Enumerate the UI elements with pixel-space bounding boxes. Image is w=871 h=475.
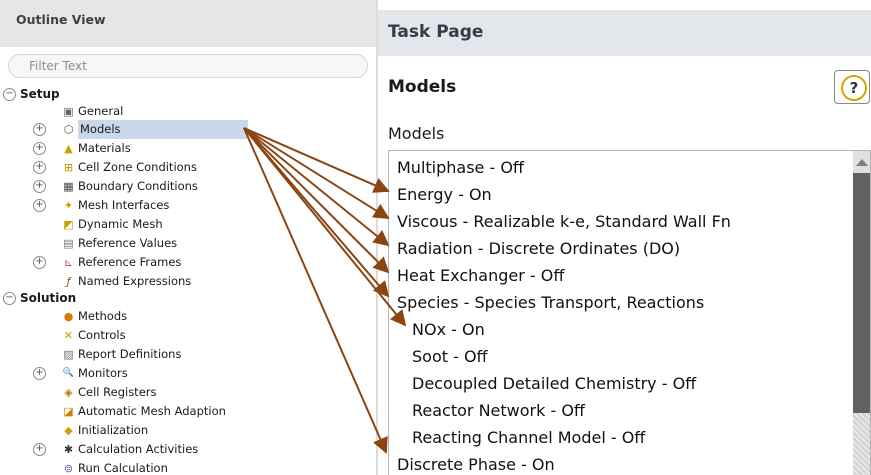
model-item-energy[interactable]: Energy - On: [397, 181, 492, 208]
tree-item-label: Dynamic Mesh: [78, 217, 163, 231]
model-item-reactor-network[interactable]: Reactor Network - Off: [412, 397, 585, 424]
initialization-icon: ◆: [64, 424, 73, 437]
general-icon: ▣: [63, 105, 74, 118]
tree-item-materials[interactable]: + ▲ Materials: [0, 139, 370, 158]
scroll-up-arrow-icon: [856, 159, 868, 166]
expand-icon[interactable]: +: [33, 123, 46, 136]
cell-registers-icon: ◈: [64, 386, 73, 399]
outline-view-title: Outline View: [16, 12, 106, 27]
tree-item-label: Models: [78, 120, 248, 139]
tree-item-cell-registers[interactable]: ◈ Cell Registers: [0, 383, 370, 402]
tree-item-dynamic-mesh[interactable]: ◩ Dynamic Mesh: [0, 215, 370, 234]
tree-item-cell-zone-conditions[interactable]: + ⊞ Cell Zone Conditions: [0, 158, 370, 177]
tree-item-controls[interactable]: ✕ Controls: [0, 326, 370, 345]
tree-item-calculation-activities[interactable]: + ✱ Calculation Activities: [0, 440, 370, 459]
tree-item-label: Controls: [78, 328, 126, 342]
tree-item-monitors[interactable]: + 🔍 Monitors: [0, 364, 370, 383]
tree-item-label: Automatic Mesh Adaption: [78, 404, 226, 418]
reference-values-icon: ▤: [63, 237, 74, 250]
model-item-nox[interactable]: NOx - On: [412, 316, 485, 343]
model-item-decoupled-detailed-chemistry[interactable]: Decoupled Detailed Chemistry - Off: [412, 370, 696, 397]
tree-item-solution[interactable]: − Solution: [0, 289, 370, 308]
tree-item-label: Report Definitions: [78, 347, 182, 361]
collapse-icon[interactable]: −: [3, 292, 16, 305]
methods-icon: ●: [63, 310, 74, 323]
tree-item-label: Boundary Conditions: [78, 179, 198, 193]
help-button[interactable]: ?: [834, 70, 870, 104]
outline-view-panel: Outline View − Setup ▣ General + ⬡ Model…: [0, 0, 376, 475]
reference-frames-icon: ⊾: [63, 256, 74, 269]
model-item-reacting-channel-model[interactable]: Reacting Channel Model - Off: [412, 424, 645, 451]
tree-item-reference-frames[interactable]: + ⊾ Reference Frames: [0, 253, 370, 272]
collapse-icon[interactable]: −: [3, 88, 16, 101]
models-icon: ⬡: [63, 123, 74, 136]
tree-item-report-definitions[interactable]: ▨ Report Definitions: [0, 345, 370, 364]
tree-item-label: Monitors: [78, 366, 128, 380]
task-page-panel: Task Page Models ? Models Multiphase - O…: [376, 0, 871, 475]
tree-item-label: Mesh Interfaces: [78, 198, 170, 212]
report-definitions-icon: ▨: [63, 348, 74, 361]
scroll-thumb[interactable]: [853, 173, 870, 413]
expand-icon[interactable]: +: [33, 142, 46, 155]
model-item-multiphase[interactable]: Multiphase - Off: [397, 154, 524, 181]
boundary-icon: ▦: [63, 180, 74, 193]
expand-icon[interactable]: +: [33, 161, 46, 174]
models-list[interactable]: Multiphase - Off Energy - On Viscous - R…: [388, 150, 871, 475]
tree-item-models[interactable]: + ⬡ Models: [0, 120, 370, 139]
expand-icon[interactable]: +: [33, 256, 46, 269]
calculation-activities-icon: ✱: [63, 443, 74, 456]
tree-item-run-calculation[interactable]: ⊜ Run Calculation: [0, 459, 370, 475]
function-icon: ƒ: [66, 275, 71, 288]
help-icon: ?: [841, 75, 867, 101]
scroll-up-button[interactable]: [853, 151, 870, 173]
tree-item-label: Solution: [20, 291, 77, 305]
tree-item-label: Materials: [78, 141, 131, 155]
tree-item-methods[interactable]: ● Methods: [0, 307, 370, 326]
model-item-species[interactable]: Species - Species Transport, Reactions: [397, 289, 704, 316]
model-item-heat-exchanger[interactable]: Heat Exchanger - Off: [397, 262, 564, 289]
cell-zone-icon: ⊞: [63, 161, 74, 174]
models-section-title: Models: [388, 77, 457, 97]
tree-item-label: Reference Frames: [78, 255, 182, 269]
run-calculation-icon: ⊜: [63, 462, 74, 475]
tree-item-label: Calculation Activities: [78, 442, 199, 456]
tree-item-label: Initialization: [78, 423, 149, 437]
mesh-interfaces-icon: ✦: [63, 199, 74, 212]
model-item-discrete-phase[interactable]: Discrete Phase - On: [397, 451, 555, 475]
expand-icon[interactable]: +: [33, 443, 46, 456]
expand-icon[interactable]: +: [33, 199, 46, 212]
scroll-track[interactable]: [853, 413, 870, 475]
tree-item-initialization[interactable]: ◆ Initialization: [0, 421, 370, 440]
tree-item-label: General: [78, 104, 124, 118]
tree-item-mesh-interfaces[interactable]: + ✦ Mesh Interfaces: [0, 196, 370, 215]
tree-item-label: Reference Values: [78, 236, 178, 250]
expand-icon[interactable]: +: [33, 180, 46, 193]
controls-icon: ✕: [63, 329, 74, 342]
models-group-label: Models: [388, 124, 445, 143]
expand-icon[interactable]: +: [33, 367, 46, 380]
task-page-header: Task Page: [378, 10, 871, 56]
filter-text-input[interactable]: [8, 54, 368, 78]
model-item-radiation[interactable]: Radiation - Discrete Ordinates (DO): [397, 235, 680, 262]
tree-item-general[interactable]: ▣ General: [0, 102, 370, 121]
model-item-soot[interactable]: Soot - Off: [412, 343, 488, 370]
outline-view-header: Outline View: [0, 0, 376, 47]
models-list-scrollbar[interactable]: [853, 151, 870, 475]
model-item-viscous[interactable]: Viscous - Realizable k-e, Standard Wall …: [397, 208, 731, 235]
tree-item-automatic-mesh-adaption[interactable]: ◪ Automatic Mesh Adaption: [0, 402, 370, 421]
monitors-icon: 🔍: [62, 368, 75, 378]
materials-icon: ▲: [64, 142, 73, 155]
tree-item-label: Cell Registers: [78, 385, 157, 399]
task-page-title: Task Page: [388, 22, 484, 42]
tree-item-label: Run Calculation: [78, 461, 168, 475]
tree-item-label: Methods: [78, 309, 128, 323]
tree-item-boundary-conditions[interactable]: + ▦ Boundary Conditions: [0, 177, 370, 196]
dynamic-mesh-icon: ◩: [63, 218, 74, 231]
tree-item-label: Cell Zone Conditions: [78, 160, 197, 174]
mesh-adaption-icon: ◪: [63, 405, 74, 418]
tree-item-reference-values[interactable]: ▤ Reference Values: [0, 234, 370, 253]
